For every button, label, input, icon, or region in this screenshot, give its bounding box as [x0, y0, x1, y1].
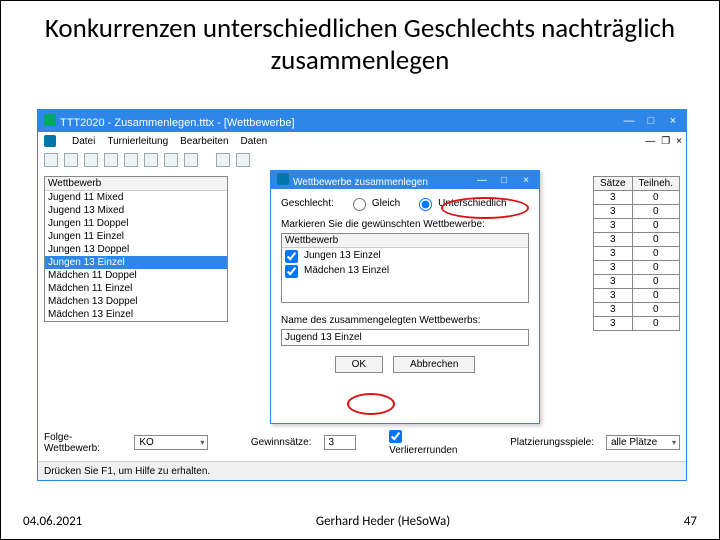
loser-rounds-checkbox[interactable]: Verliererrunden: [389, 429, 467, 456]
merge-dialog: Wettbewerbe zusammenlegen — □ × Geschlec…: [270, 170, 540, 424]
dialog-titlebar: Wettbewerbe zusammenlegen — □ ×: [271, 171, 539, 189]
toolbar-icon[interactable]: [104, 153, 118, 167]
dialog-competition-list[interactable]: Wettbewerb Jungen 13 Einzel Mädchen 13 E…: [281, 233, 529, 303]
menu-item[interactable]: Datei: [72, 136, 95, 147]
footer-page: 47: [684, 514, 697, 529]
list-item[interactable]: Jungen 11 Doppel: [45, 217, 227, 230]
close-icon[interactable]: ×: [666, 115, 680, 127]
col-sets: Sätze: [593, 177, 632, 191]
footer-date: 04.06.2021: [23, 514, 82, 529]
merged-name-label: Name des zusammengelegten Wettbewerbs:: [281, 315, 529, 326]
list-item[interactable]: Mädchen 13 Einzel: [45, 308, 227, 321]
follow-select[interactable]: KO: [134, 435, 208, 450]
radio-same[interactable]: Gleich: [348, 195, 400, 211]
toolbar-icon[interactable]: [44, 153, 58, 167]
ok-button[interactable]: OK: [335, 356, 383, 373]
dialog-close-icon[interactable]: ×: [519, 175, 533, 186]
mdi-restore-icon[interactable]: ❐: [661, 136, 670, 147]
slide-title: Konkurrenzen unterschiedlichen Geschlech…: [1, 1, 719, 78]
toolbar-icon[interactable]: [216, 153, 230, 167]
bottom-controls: Folge-Wettbewerb: KO Gewinnsätze: 3 Verl…: [44, 429, 680, 456]
footer-author: Gerhard Heder (HeSoWa): [316, 514, 450, 529]
mdi-close-icon[interactable]: ×: [676, 136, 682, 147]
toolbar-icon[interactable]: [64, 153, 78, 167]
list-item[interactable]: Jungen 13 Doppel: [45, 243, 227, 256]
list-item[interactable]: Jungen 11 Einzel: [45, 230, 227, 243]
dialog-icon: [277, 173, 289, 185]
app-window: TTT2020 - Zusammenlegen.tttx - [Wettbewe…: [37, 109, 687, 481]
toolbar-icon[interactable]: [144, 153, 158, 167]
minimize-icon[interactable]: —: [622, 115, 636, 127]
app-small-icon: [44, 135, 56, 147]
highlight-annotation: [347, 393, 395, 415]
list-item[interactable]: Mädchen 13 Einzel: [282, 263, 528, 278]
menu-item[interactable]: Bearbeiten: [180, 136, 228, 147]
winsets-input[interactable]: 3: [324, 435, 356, 450]
list-item-selected[interactable]: Jungen 13 Einzel: [45, 256, 227, 269]
placement-select[interactable]: alle Plätze: [606, 435, 680, 450]
toolbar-icon[interactable]: [84, 153, 98, 167]
toolbar-icon[interactable]: [124, 153, 138, 167]
app-icon: [44, 114, 56, 126]
toolbar-icon[interactable]: [236, 153, 250, 167]
mdi-minimize-icon[interactable]: —: [645, 136, 655, 147]
list-item[interactable]: Jugend 13 Mixed: [45, 204, 227, 217]
app-titlebar: TTT2020 - Zusammenlegen.tttx - [Wettbewe…: [38, 110, 686, 132]
merged-name-input[interactable]: [281, 329, 529, 346]
competition-list-header: Wettbewerb: [45, 177, 227, 191]
dialog-list-header: Wettbewerb: [282, 234, 528, 248]
toolbar-icon[interactable]: [164, 153, 178, 167]
stats-table: SätzeTeilneh. 30 30 30 30 30 30 30 30 30…: [593, 176, 680, 331]
list-item[interactable]: Mädchen 11 Einzel: [45, 282, 227, 295]
follow-label: Folge-Wettbewerb:: [44, 432, 122, 454]
dialog-minimize-icon[interactable]: —: [475, 175, 489, 186]
radio-different[interactable]: Unterschiedlich: [414, 195, 506, 211]
toolbar: [38, 150, 686, 170]
dialog-hint: Markieren Sie die gewünschten Wettbewerb…: [281, 219, 529, 230]
cancel-button[interactable]: Abbrechen: [393, 356, 475, 373]
gender-label: Geschlecht:: [281, 198, 334, 209]
list-item[interactable]: Jugend 11 Mixed: [45, 191, 227, 204]
list-item[interactable]: Mädchen 11 Doppel: [45, 269, 227, 282]
menu-item[interactable]: Daten: [241, 136, 268, 147]
competition-list[interactable]: Wettbewerb Jugend 11 Mixed Jugend 13 Mix…: [44, 176, 228, 322]
winsets-label: Gewinnsätze:: [251, 437, 312, 448]
placement-label: Platzierungsspiele:: [510, 437, 594, 448]
dialog-maximize-icon[interactable]: □: [497, 175, 511, 186]
toolbar-icon[interactable]: [184, 153, 198, 167]
col-participants: Teilneh.: [632, 177, 679, 191]
list-item[interactable]: Mädchen 13 Doppel: [45, 295, 227, 308]
status-bar: Drücken Sie F1, um Hilfe zu erhalten.: [38, 461, 686, 480]
menu-bar: Datei Turnierleitung Bearbeiten Daten — …: [38, 132, 686, 150]
list-item[interactable]: Jungen 13 Einzel: [282, 248, 528, 263]
maximize-icon[interactable]: □: [644, 115, 658, 127]
menu-item[interactable]: Turnierleitung: [107, 136, 168, 147]
